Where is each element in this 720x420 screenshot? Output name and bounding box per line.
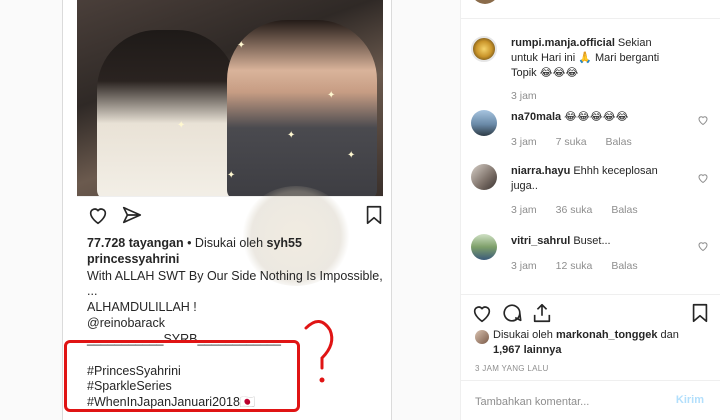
upload-icon[interactable]	[531, 302, 553, 324]
liked-by-and: dan	[660, 329, 679, 341]
comment-text-block: vitri_sahrul Buset...	[511, 234, 681, 249]
avatar	[471, 0, 499, 4]
caption-line: ...	[87, 284, 98, 298]
sparkle-icon: ✦	[347, 150, 356, 161]
heart-icon[interactable]	[87, 204, 109, 226]
avatar[interactable]	[475, 330, 489, 344]
embedded-post-screenshot: ✦ ✦ ✦ ✦ ✦ ✦ 77.728 tayangan • Disukai ol…	[0, 0, 460, 420]
comment-meta: 3 jam 7 suka Balas	[511, 136, 648, 148]
caption-mention[interactable]: @reinobarack	[87, 316, 165, 330]
sparkle-icon: ✦	[177, 120, 186, 131]
highlight-box-annotation	[64, 340, 300, 412]
liked-by-prefix: Disukai oleh	[493, 329, 553, 341]
comment-likes[interactable]: 7 suka	[556, 136, 587, 148]
comment-text-block: niarra.hayu Ehhh keceplosan juga..	[511, 164, 681, 194]
comment-icon[interactable]	[501, 302, 523, 324]
like-comment-heart-icon[interactable]	[697, 240, 709, 252]
photo-person-left	[97, 30, 237, 196]
send-comment-button[interactable]: Kirim	[676, 394, 704, 406]
photo-divider	[77, 196, 383, 197]
views-line: 77.728 tayangan • Disukai oleh syh55	[87, 236, 302, 250]
bookmark-icon[interactable]	[363, 204, 385, 226]
comment-time[interactable]: 3 jam	[511, 260, 537, 272]
divider	[461, 18, 720, 19]
comment-meta: 3 jam 12 suka Balas	[511, 260, 654, 272]
avatar[interactable]	[471, 164, 497, 190]
sparkle-icon: ✦	[327, 90, 336, 101]
photo-person-right	[227, 20, 377, 196]
sparkle-icon: ✦	[237, 40, 246, 51]
liked-by-prefix: • Disukai oleh	[187, 236, 264, 250]
like-comment-heart-icon[interactable]	[697, 114, 709, 126]
comment-time[interactable]: 3 jam	[511, 204, 537, 216]
comment-username[interactable]: vitri_sahrul	[511, 235, 570, 247]
comment-time[interactable]: 3 jam	[511, 90, 537, 102]
avatar[interactable]	[471, 234, 497, 260]
add-comment-input[interactable]	[475, 394, 671, 410]
like-comment-heart-icon[interactable]	[697, 172, 709, 184]
comment-text: 😂😂😂😂😂	[564, 111, 629, 123]
comment-username[interactable]: rumpi.manja.official	[511, 37, 615, 49]
views-count: 77.728 tayangan	[87, 236, 184, 250]
comment-text-block: na70mala 😂😂😂😂😂	[511, 110, 681, 125]
liked-by-count[interactable]: 1,967 lainnya	[493, 344, 562, 356]
comment-username[interactable]: na70mala	[511, 111, 561, 123]
reply-button[interactable]: Balas	[611, 260, 637, 272]
comment-text-block: rumpi.manja.official Sekian untuk Hari in…	[511, 36, 681, 81]
sparkle-icon: ✦	[287, 130, 296, 141]
avatar[interactable]	[471, 110, 497, 136]
bookmark-icon[interactable]	[689, 302, 711, 324]
caption-user[interactable]: princessyahrini	[87, 252, 179, 266]
question-mark-annotation	[304, 320, 334, 383]
comments-panel: rumpi.manja.official Sekian untuk Hari in…	[460, 0, 720, 420]
comment-text: Buset...	[573, 235, 611, 247]
reply-button[interactable]: Balas	[605, 136, 631, 148]
comment-time[interactable]: 3 jam	[511, 136, 537, 148]
comment-meta: 3 jam 36 suka Balas	[511, 204, 654, 216]
caption-line: ALHAMDULILLAH !	[87, 300, 197, 314]
comment-meta: 3 jam	[511, 90, 553, 102]
liked-by-user[interactable]: syh55	[267, 236, 302, 250]
caption-line: With ALLAH SWT By Our Side Nothing Is Im…	[87, 269, 383, 283]
share-icon[interactable]	[121, 204, 143, 226]
divider	[461, 294, 720, 295]
avatar[interactable]	[471, 36, 497, 62]
liked-by-user[interactable]: markonah_tonggek	[556, 329, 657, 341]
post-time-ago[interactable]: 3 JAM YANG LALU	[475, 364, 549, 373]
sparkle-icon: ✦	[227, 170, 236, 181]
divider	[461, 380, 720, 381]
panel-action-bar	[471, 302, 711, 324]
post-photo: ✦ ✦ ✦ ✦ ✦ ✦	[77, 0, 383, 196]
heart-icon[interactable]	[471, 302, 493, 324]
comment-username[interactable]: niarra.hayu	[511, 165, 570, 177]
comment-likes[interactable]: 36 suka	[556, 204, 593, 216]
reply-button[interactable]: Balas	[611, 204, 637, 216]
comment-likes[interactable]: 12 suka	[556, 260, 593, 272]
